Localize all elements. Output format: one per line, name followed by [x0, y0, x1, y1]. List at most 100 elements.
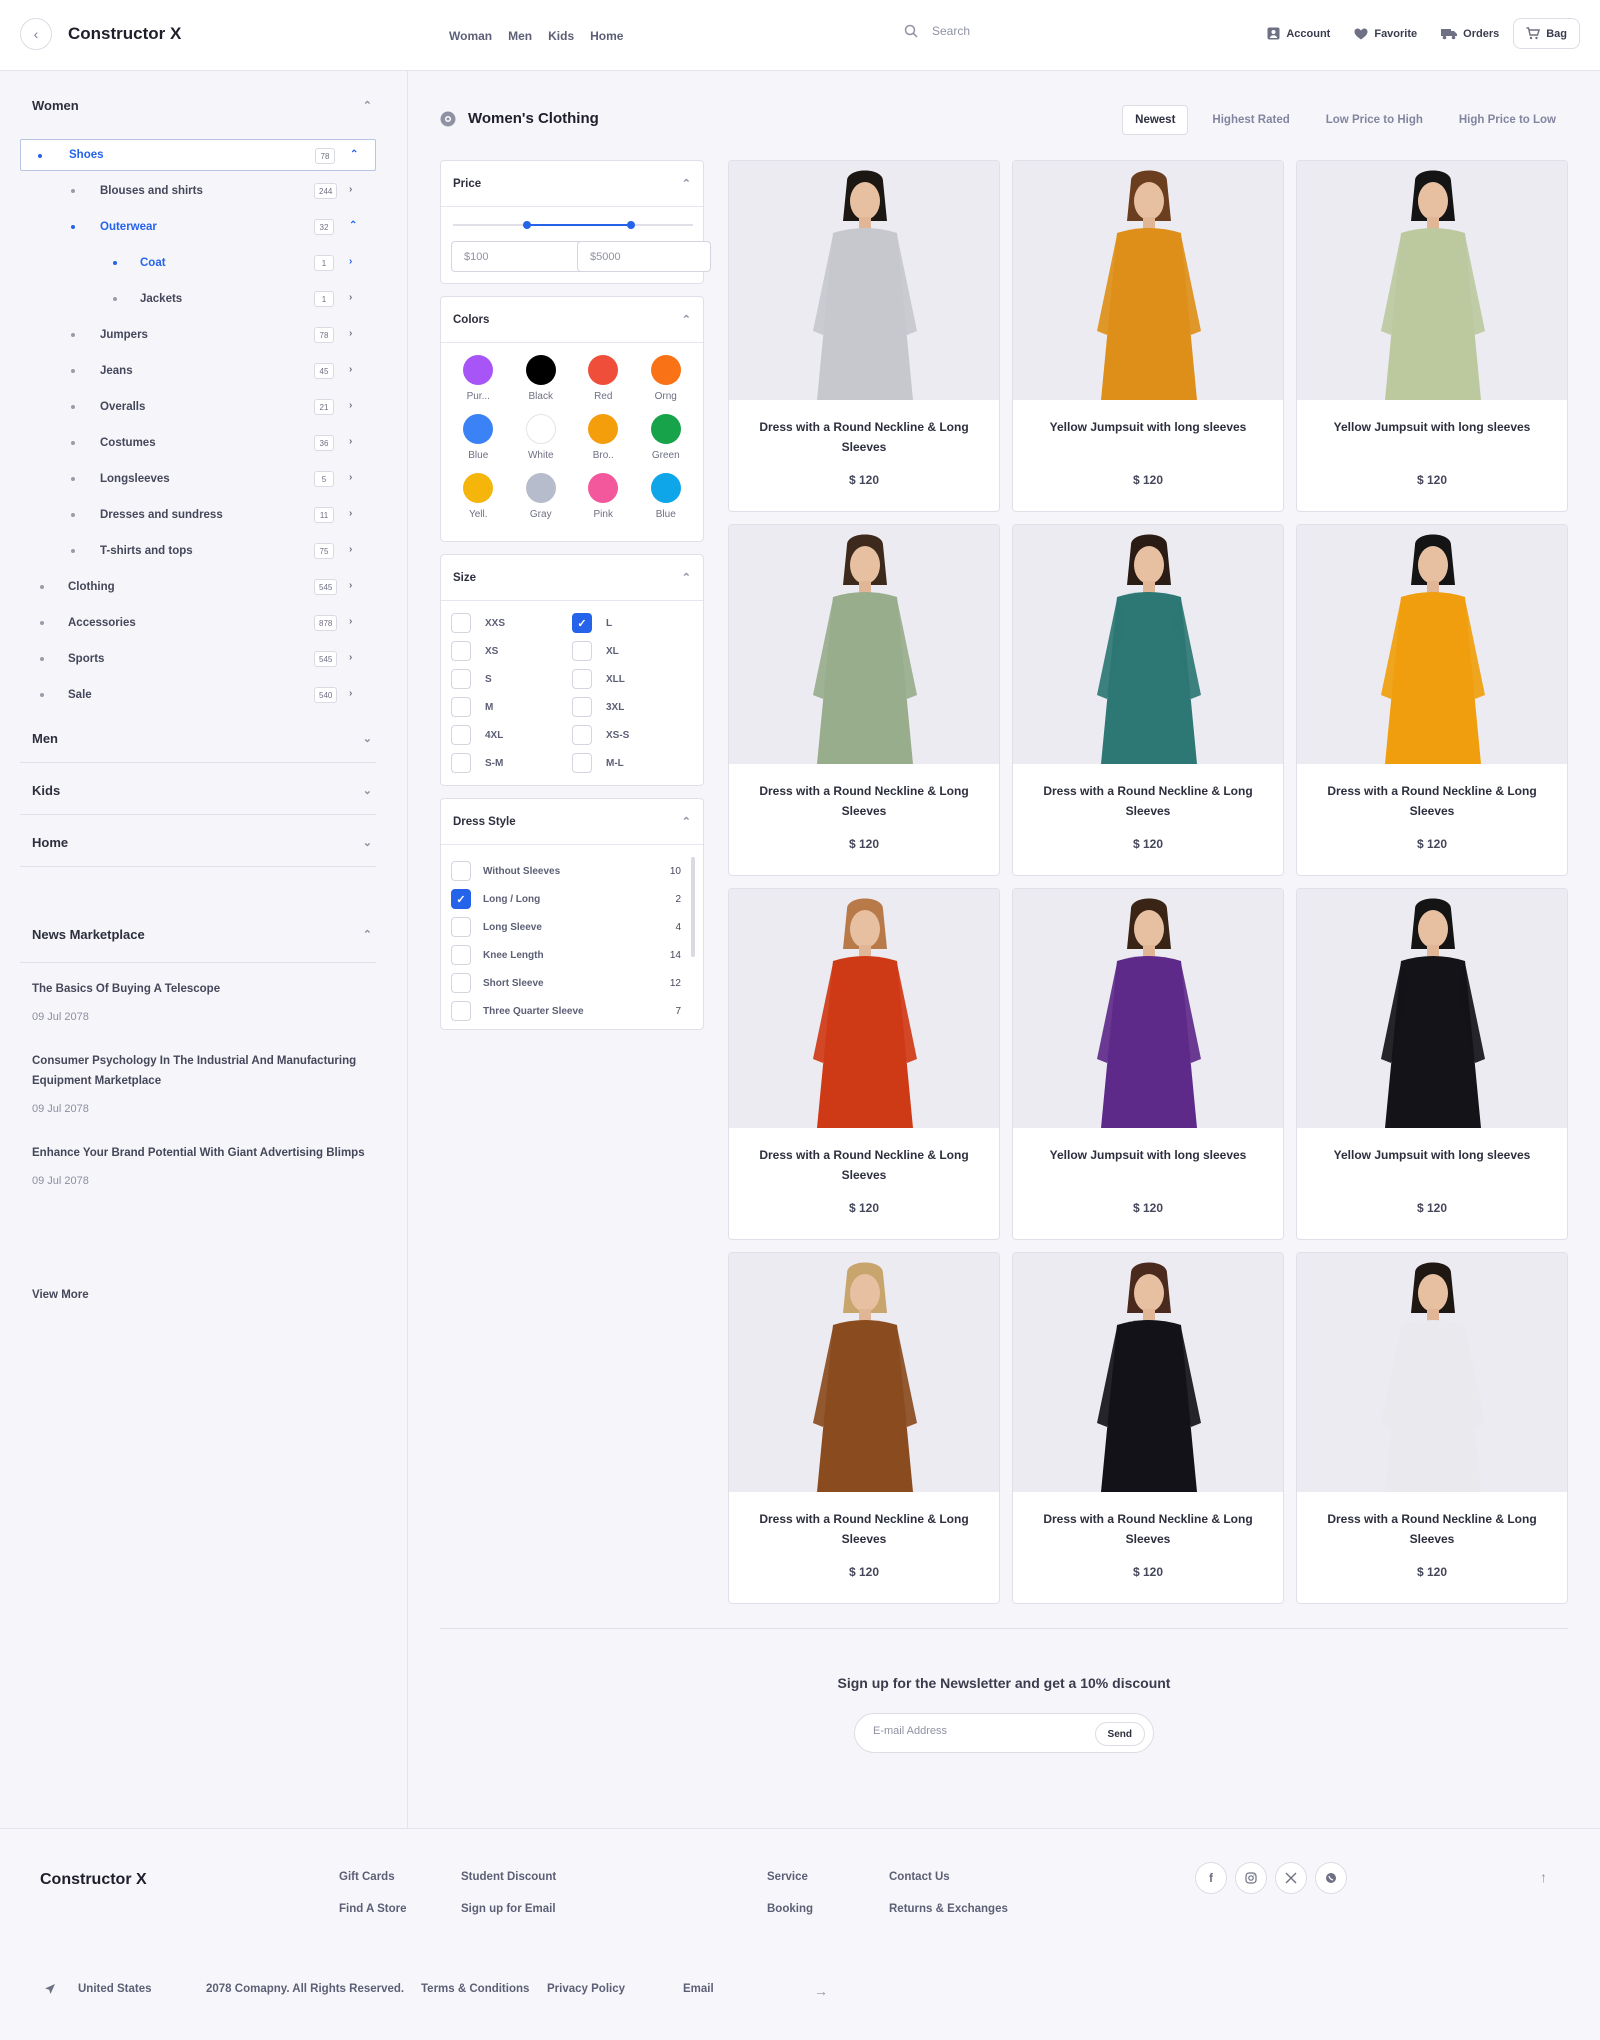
size-option[interactable]: 4XL	[451, 725, 572, 745]
product-name[interactable]: Yellow Jumpsuit with long sleeves	[1037, 417, 1259, 437]
product-card[interactable]: Yellow Jumpsuit with long sleeves $ 120	[1012, 888, 1284, 1240]
color-swatch[interactable]: Pink	[572, 473, 635, 520]
x-icon[interactable]	[1275, 1862, 1307, 1894]
category-item[interactable]: Clothing 545 ›	[0, 571, 376, 603]
size-option[interactable]: S	[451, 669, 572, 689]
product-image[interactable]	[1013, 525, 1283, 764]
arrow-right-icon[interactable]: →	[814, 1983, 828, 1999]
category-item[interactable]: Blouses and shirts 244 ›	[0, 175, 376, 207]
checkbox[interactable]	[451, 753, 471, 773]
category-item[interactable]: Longsleeves 5 ›	[0, 463, 376, 495]
product-image[interactable]	[1297, 889, 1567, 1128]
chevron-right-icon[interactable]: ›	[349, 364, 352, 375]
category-item[interactable]: Sale 540 ›	[0, 679, 376, 711]
dress-style-option[interactable]: Three Quarter Sleeve 7	[451, 997, 681, 1025]
search-input[interactable]	[932, 24, 1132, 38]
checkbox[interactable]	[451, 697, 471, 717]
color-swatch[interactable]: Black	[510, 355, 573, 402]
category-item[interactable]: Jumpers 78 ›	[0, 319, 376, 351]
category-item[interactable]: Shoes 78 ⌃	[20, 139, 376, 171]
checkbox[interactable]	[451, 641, 471, 661]
product-image[interactable]	[729, 889, 999, 1128]
dress-style-option[interactable]: Knee Length 14	[451, 941, 681, 969]
sort-high-to-low[interactable]: High Price to Low	[1447, 106, 1568, 134]
chevron-right-icon[interactable]: ›	[349, 688, 352, 699]
product-image[interactable]	[729, 1253, 999, 1492]
news-item-title[interactable]: The Basics Of Buying A Telescope	[32, 979, 372, 999]
size-filter-header[interactable]: Size ⌃	[441, 555, 703, 601]
category-item[interactable]: Jeans 45 ›	[0, 355, 376, 387]
newsletter-email-input[interactable]	[873, 1725, 1073, 1737]
category-item[interactable]: Outerwear 32 ⌃	[0, 211, 376, 243]
footer-link-find-store[interactable]: Find A Store	[339, 1903, 407, 1915]
category-item[interactable]: Dresses and sundress 11 ›	[0, 499, 376, 531]
color-swatch[interactable]: Bro..	[572, 414, 635, 461]
product-image[interactable]	[729, 525, 999, 764]
sort-newest[interactable]: Newest	[1122, 105, 1189, 135]
sort-low-to-high[interactable]: Low Price to High	[1314, 106, 1435, 134]
news-item-title[interactable]: Enhance Your Brand Potential With Giant …	[32, 1143, 372, 1163]
category-item[interactable]: Sports 545 ›	[0, 643, 376, 675]
product-name[interactable]: Dress with a Round Neckline & Long Sleev…	[753, 1509, 975, 1549]
view-more-link[interactable]: View More	[32, 1289, 89, 1301]
footer-link-contact-us[interactable]: Contact Us	[889, 1871, 950, 1883]
color-swatch[interactable]: Orng	[635, 355, 698, 402]
size-option[interactable]: XS-S	[572, 725, 693, 745]
dress-style-option[interactable]: Long Sleeve 4	[451, 913, 681, 941]
size-option[interactable]: XXS	[451, 613, 572, 633]
price-max-input[interactable]	[577, 241, 711, 272]
product-card[interactable]: Dress with a Round Neckline & Long Sleev…	[1296, 524, 1568, 876]
footer-link-student-discount[interactable]: Student Discount	[461, 1871, 556, 1883]
chevron-right-icon[interactable]: ›	[349, 580, 352, 591]
product-image[interactable]	[729, 161, 999, 400]
product-card[interactable]: Dress with a Round Neckline & Long Sleev…	[728, 524, 1000, 876]
product-card[interactable]: Dress with a Round Neckline & Long Sleev…	[728, 1252, 1000, 1604]
nav-men[interactable]: Men	[508, 29, 532, 43]
orders-button[interactable]: Orders	[1441, 28, 1499, 40]
chevron-right-icon[interactable]: ›	[349, 472, 352, 483]
product-name[interactable]: Yellow Jumpsuit with long sleeves	[1321, 417, 1543, 437]
size-option[interactable]: S-M	[451, 753, 572, 773]
category-item[interactable]: Costumes 36 ›	[0, 427, 376, 459]
section-kids-toggle[interactable]: Kids ⌄	[32, 783, 372, 798]
privacy-link[interactable]: Privacy Policy	[547, 1983, 625, 1995]
chevron-right-icon[interactable]: ›	[349, 616, 352, 627]
product-card[interactable]: Dress with a Round Neckline & Long Sleev…	[1296, 1252, 1568, 1604]
color-swatch[interactable]: White	[510, 414, 573, 461]
product-card[interactable]: Yellow Jumpsuit with long sleeves $ 120	[1296, 160, 1568, 512]
size-option[interactable]: XLL	[572, 669, 693, 689]
chevron-right-icon[interactable]: ›	[349, 256, 352, 267]
price-slider-min-handle[interactable]	[523, 221, 532, 229]
colors-filter-header[interactable]: Colors ⌃	[441, 297, 703, 343]
chevron-right-icon[interactable]: ›	[349, 184, 352, 195]
chevron-up-icon[interactable]: ⌃	[349, 220, 357, 231]
size-option[interactable]: XL	[572, 641, 693, 661]
account-button[interactable]: Account	[1267, 27, 1330, 40]
news-item-title[interactable]: Consumer Psychology In The Industrial An…	[32, 1051, 372, 1091]
scrollbar[interactable]	[691, 857, 695, 957]
chevron-right-icon[interactable]: ›	[349, 400, 352, 411]
section-news-toggle[interactable]: News Marketplace ⌃	[32, 927, 372, 942]
product-name[interactable]: Yellow Jumpsuit with long sleeves	[1321, 1145, 1543, 1165]
footer-link-booking[interactable]: Booking	[767, 1903, 813, 1915]
product-image[interactable]	[1013, 1253, 1283, 1492]
footer-link-gift-cards[interactable]: Gift Cards	[339, 1871, 395, 1883]
footer-link-service[interactable]: Service	[767, 1871, 808, 1883]
color-swatch[interactable]: Yell.	[447, 473, 510, 520]
chevron-right-icon[interactable]: ›	[349, 328, 352, 339]
price-slider[interactable]	[453, 221, 693, 229]
checkbox[interactable]	[451, 1001, 471, 1021]
size-option[interactable]: M-L	[572, 753, 693, 773]
checkbox[interactable]: ✓	[572, 613, 592, 633]
color-swatch[interactable]: Blue	[635, 473, 698, 520]
footer-brand[interactable]: Constructor X	[40, 1871, 147, 1889]
bag-button[interactable]: Bag	[1513, 18, 1580, 49]
send-button[interactable]: Send	[1094, 1722, 1145, 1746]
checkbox[interactable]	[451, 973, 471, 993]
category-item[interactable]: Accessories 878 ›	[0, 607, 376, 639]
product-name[interactable]: Dress with a Round Neckline & Long Sleev…	[1037, 781, 1259, 821]
product-card[interactable]: Dress with a Round Neckline & Long Sleev…	[1012, 1252, 1284, 1604]
product-name[interactable]: Yellow Jumpsuit with long sleeves	[1037, 1145, 1259, 1165]
color-swatch[interactable]: Red	[572, 355, 635, 402]
favorite-button[interactable]: Favorite	[1354, 28, 1417, 40]
